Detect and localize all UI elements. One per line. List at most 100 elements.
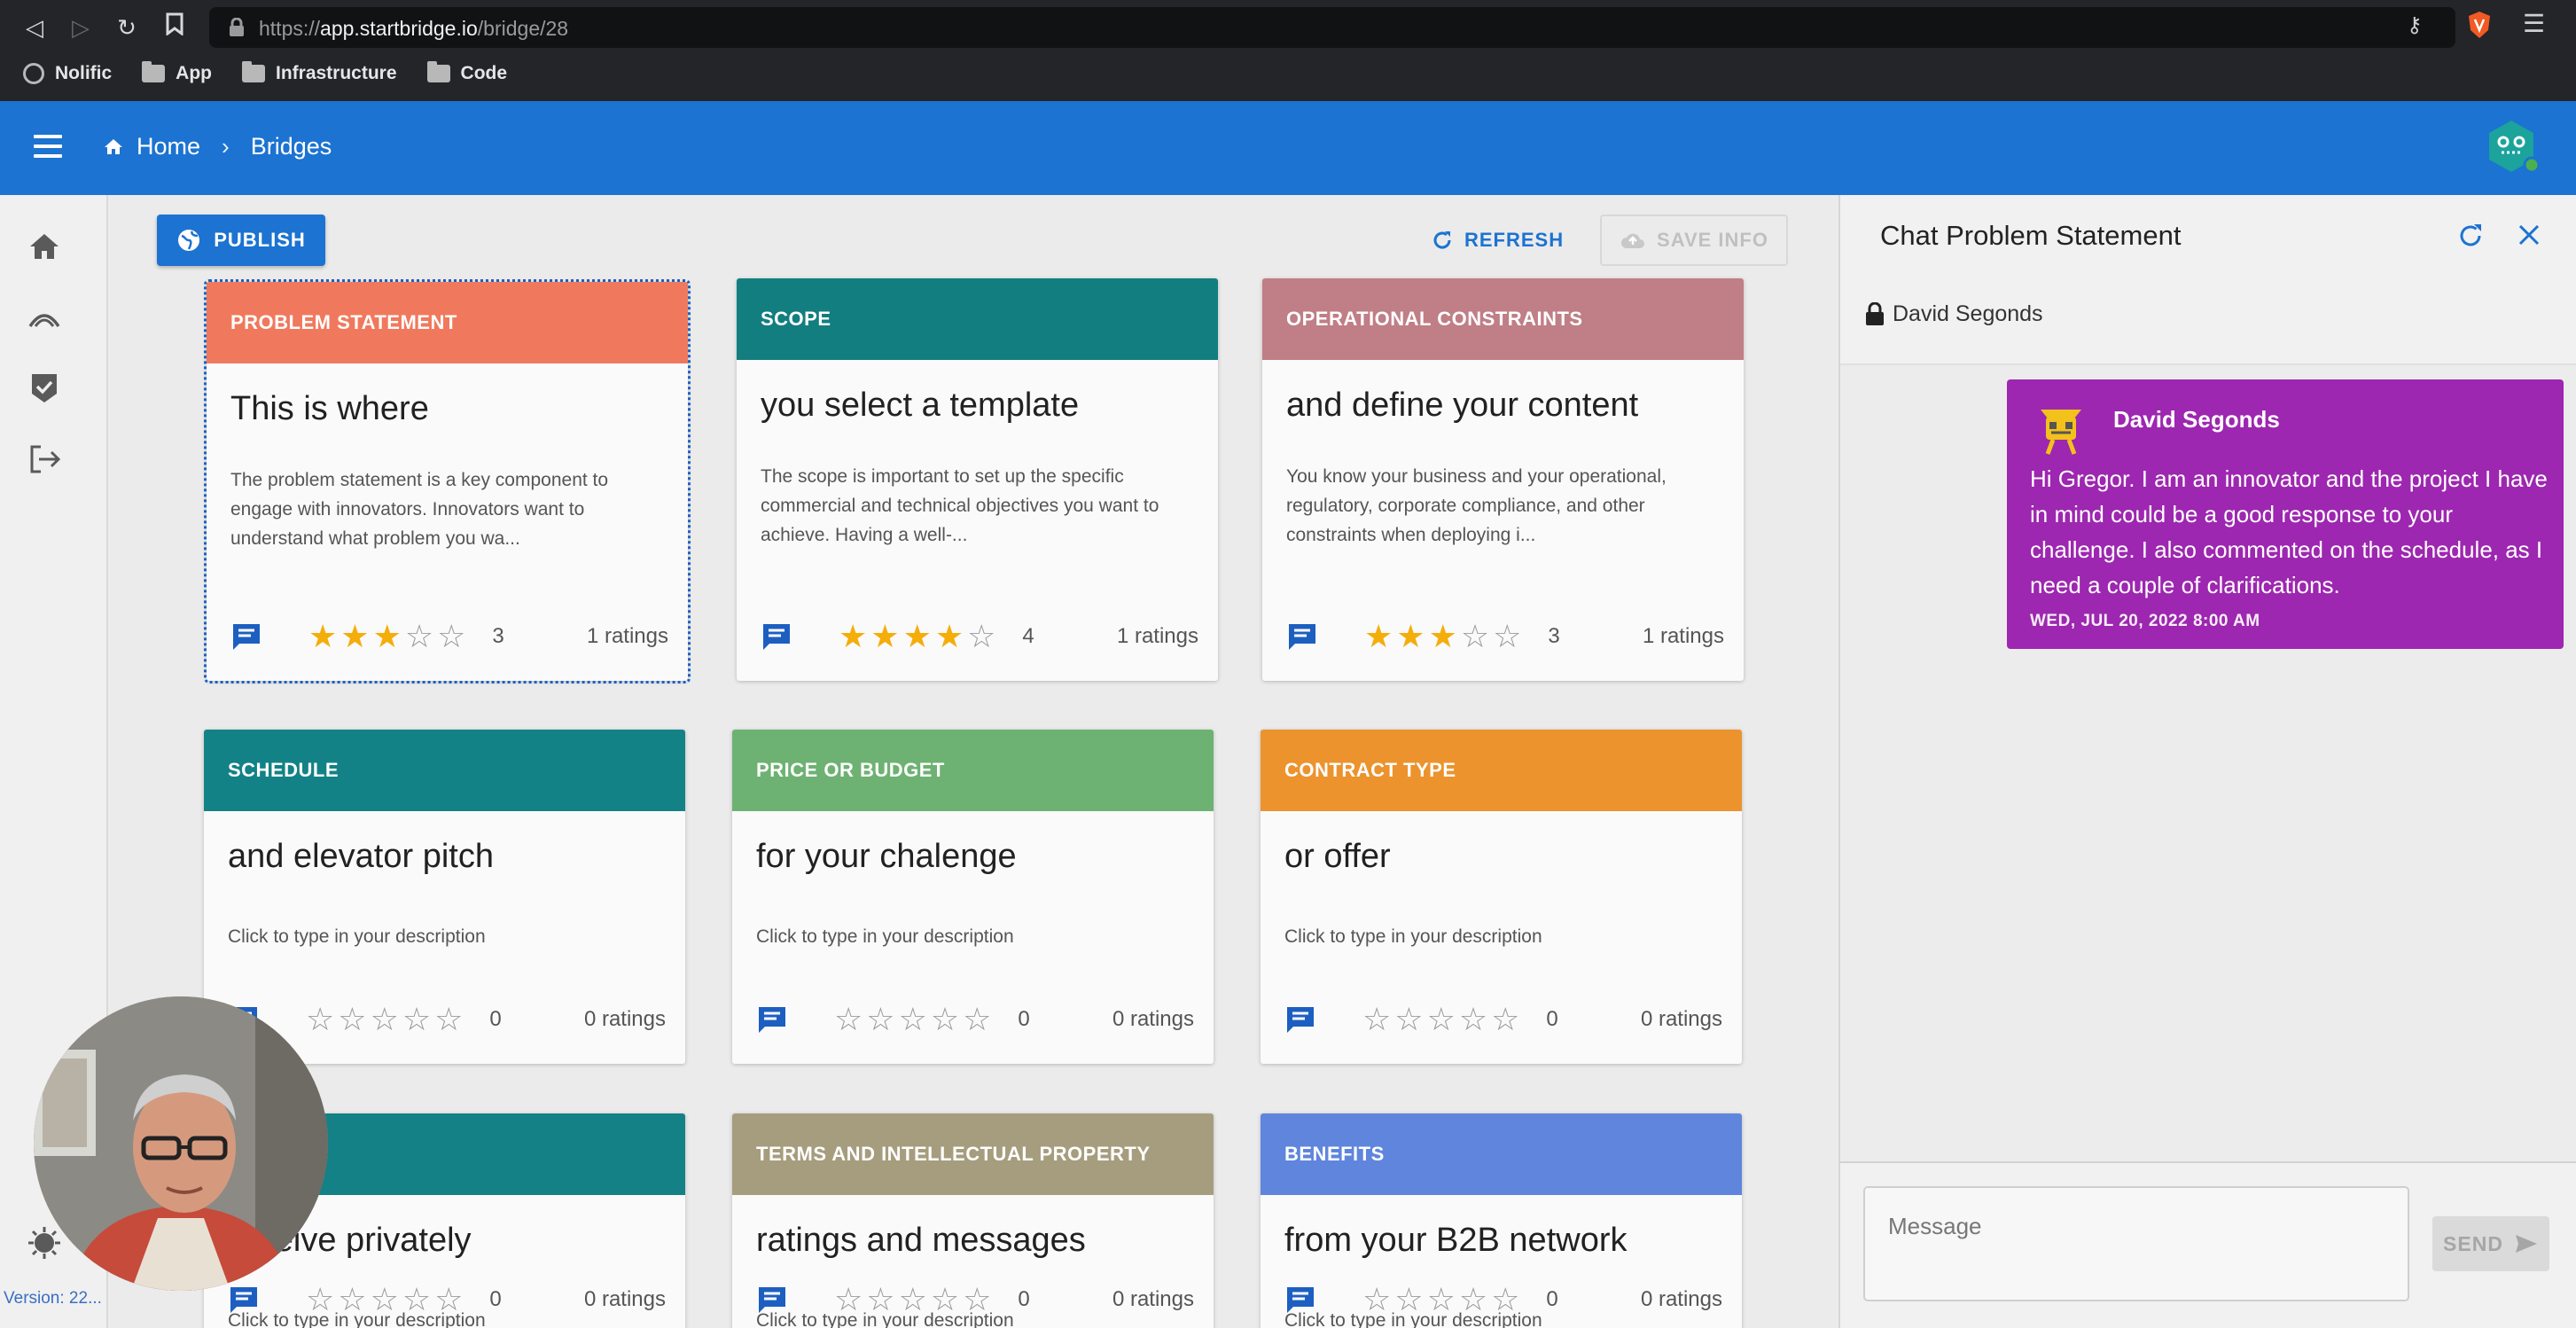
star-empty-icon[interactable]: ☆	[1362, 1284, 1391, 1316]
star-empty-icon[interactable]: ☆	[1427, 1284, 1456, 1316]
comment-icon[interactable]	[228, 1285, 260, 1315]
star-empty-icon[interactable]: ☆	[1362, 1004, 1391, 1035]
star-empty-icon[interactable]: ☆	[371, 1284, 399, 1316]
star-filled-icon[interactable]: ★	[373, 621, 402, 652]
star-empty-icon[interactable]: ☆	[899, 1284, 927, 1316]
star-empty-icon[interactable]: ☆	[1491, 1284, 1519, 1316]
star-empty-icon[interactable]: ☆	[1493, 621, 1521, 652]
star-empty-icon[interactable]: ☆	[967, 621, 995, 652]
star-empty-icon[interactable]: ☆	[866, 1284, 894, 1316]
close-icon[interactable]	[2516, 222, 2542, 248]
star-empty-icon[interactable]: ☆	[306, 1004, 334, 1035]
star-empty-icon[interactable]: ☆	[1491, 1004, 1519, 1035]
card-description[interactable]: Click to type in your description	[732, 876, 1214, 973]
star-empty-icon[interactable]: ☆	[1427, 1004, 1456, 1035]
star-rating[interactable]: ☆ ☆ ☆ ☆ ☆	[306, 1284, 463, 1316]
star-empty-icon[interactable]: ☆	[437, 621, 465, 652]
star-empty-icon[interactable]: ☆	[931, 1004, 959, 1035]
theme-toggle-icon[interactable]	[27, 1225, 62, 1261]
star-filled-icon[interactable]: ★	[1396, 621, 1425, 652]
star-empty-icon[interactable]: ☆	[405, 621, 433, 652]
star-filled-icon[interactable]: ★	[839, 621, 867, 652]
star-filled-icon[interactable]: ★	[903, 621, 932, 652]
star-empty-icon[interactable]: ☆	[1461, 621, 1489, 652]
message-input[interactable]: Message	[1863, 1186, 2409, 1301]
star-empty-icon[interactable]: ☆	[1394, 1284, 1423, 1316]
star-empty-icon[interactable]: ☆	[434, 1284, 463, 1316]
star-empty-icon[interactable]: ☆	[371, 1004, 399, 1035]
star-empty-icon[interactable]: ☆	[338, 1284, 366, 1316]
comment-icon[interactable]	[756, 1004, 788, 1035]
bookmark-nolific[interactable]: Nolific	[23, 63, 112, 84]
breadcrumb-home[interactable]: Home	[137, 133, 200, 160]
comment-icon[interactable]	[761, 621, 792, 652]
card-description[interactable]: The scope is important to set up the spe…	[737, 425, 1218, 558]
verified-nav-icon[interactable]	[27, 371, 62, 406]
star-empty-icon[interactable]: ☆	[402, 1284, 431, 1316]
breadcrumb-bridges[interactable]: Bridges	[251, 133, 332, 160]
card-terms-and-ip[interactable]: TERMS AND INTELLECTUAL PROPERTY ratings …	[732, 1113, 1214, 1328]
star-rating[interactable]: ☆ ☆ ☆ ☆ ☆	[834, 1284, 991, 1316]
forward-icon[interactable]: ▷	[66, 12, 96, 43]
star-rating[interactable]: ☆ ☆ ☆ ☆ ☆	[1362, 1284, 1519, 1316]
card-operational-constraints[interactable]: OPERATIONAL CONSTRAINTS and define your …	[1262, 278, 1744, 681]
star-filled-icon[interactable]: ★	[870, 621, 899, 652]
card-description[interactable]: The problem statement is a key component…	[207, 428, 688, 561]
star-filled-icon[interactable]: ★	[1364, 621, 1393, 652]
star-rating[interactable]: ★ ★ ★ ★ ☆	[839, 621, 995, 652]
comment-icon[interactable]	[1284, 1285, 1316, 1315]
star-empty-icon[interactable]: ☆	[338, 1004, 366, 1035]
star-rating[interactable]: ☆ ☆ ☆ ☆ ☆	[834, 1004, 991, 1035]
star-empty-icon[interactable]: ☆	[1394, 1004, 1423, 1035]
user-avatar[interactable]	[2482, 117, 2541, 176]
bookmark-app[interactable]: App	[142, 61, 212, 84]
star-rating[interactable]: ★ ★ ★ ☆ ☆	[1364, 621, 1521, 652]
address-bar[interactable]: https://app.startbridge.io/bridge/28	[209, 7, 2455, 48]
star-empty-icon[interactable]: ☆	[402, 1004, 431, 1035]
card-description[interactable]: Click to type in your description	[1261, 876, 1742, 973]
star-filled-icon[interactable]: ★	[340, 621, 369, 652]
star-rating[interactable]: ☆ ☆ ☆ ☆ ☆	[1362, 1004, 1519, 1035]
star-filled-icon[interactable]: ★	[308, 621, 337, 652]
card-description[interactable]: You know your business and your operatio…	[1262, 425, 1744, 558]
bridge-nav-icon[interactable]	[27, 300, 62, 335]
star-empty-icon[interactable]: ☆	[963, 1284, 991, 1316]
card-schedule[interactable]: SCHEDULE and elevator pitch Click to typ…	[204, 730, 685, 1064]
star-filled-icon[interactable]: ★	[1429, 621, 1457, 652]
reload-icon[interactable]: ↻	[112, 12, 142, 43]
refresh-button[interactable]: REFRESH	[1431, 222, 1564, 259]
comment-icon[interactable]	[230, 621, 262, 652]
key-icon[interactable]: ⚷	[2407, 12, 2423, 38]
logout-icon[interactable]	[27, 441, 62, 477]
comment-icon[interactable]	[1286, 621, 1318, 652]
brave-shield-icon[interactable]	[2466, 11, 2493, 39]
star-empty-icon[interactable]: ☆	[866, 1004, 894, 1035]
home-nav-icon[interactable]	[27, 229, 62, 264]
save-info-button[interactable]: SAVE INFO	[1600, 215, 1788, 266]
star-empty-icon[interactable]: ☆	[434, 1004, 463, 1035]
send-button[interactable]: SEND	[2432, 1216, 2549, 1271]
card-description[interactable]: Click to type in your description	[204, 876, 685, 973]
card-contract-type[interactable]: CONTRACT TYPE or offer Click to type in …	[1261, 730, 1742, 1064]
star-empty-icon[interactable]: ☆	[931, 1284, 959, 1316]
star-rating[interactable]: ★ ★ ★ ☆ ☆	[308, 621, 465, 652]
star-rating[interactable]: ☆ ☆ ☆ ☆ ☆	[306, 1004, 463, 1035]
menu-icon[interactable]	[34, 135, 62, 158]
publish-button[interactable]: PUBLISH	[157, 215, 325, 266]
card-problem-statement[interactable]: PROBLEM STATEMENT This is where The prob…	[204, 279, 691, 684]
chat-refresh-icon[interactable]	[2456, 222, 2485, 250]
browser-menu-icon[interactable]: ☰	[2523, 9, 2545, 38]
card-scope[interactable]: SCOPE you select a template The scope is…	[737, 278, 1218, 681]
bookmark-infrastructure[interactable]: Infrastructure	[242, 61, 397, 84]
card-benefits[interactable]: BENEFITS from your B2B network Click to …	[1261, 1113, 1742, 1328]
bookmark-code[interactable]: Code	[426, 61, 507, 84]
comment-icon[interactable]	[1284, 1004, 1316, 1035]
bookmark-icon[interactable]	[160, 12, 190, 43]
card-price-or-budget[interactable]: PRICE OR BUDGET for your chalenge Click …	[732, 730, 1214, 1064]
star-empty-icon[interactable]: ☆	[963, 1004, 991, 1035]
back-icon[interactable]: ◁	[20, 12, 50, 43]
star-empty-icon[interactable]: ☆	[834, 1004, 863, 1035]
star-empty-icon[interactable]: ☆	[1459, 1004, 1487, 1035]
star-empty-icon[interactable]: ☆	[306, 1284, 334, 1316]
star-empty-icon[interactable]: ☆	[834, 1284, 863, 1316]
